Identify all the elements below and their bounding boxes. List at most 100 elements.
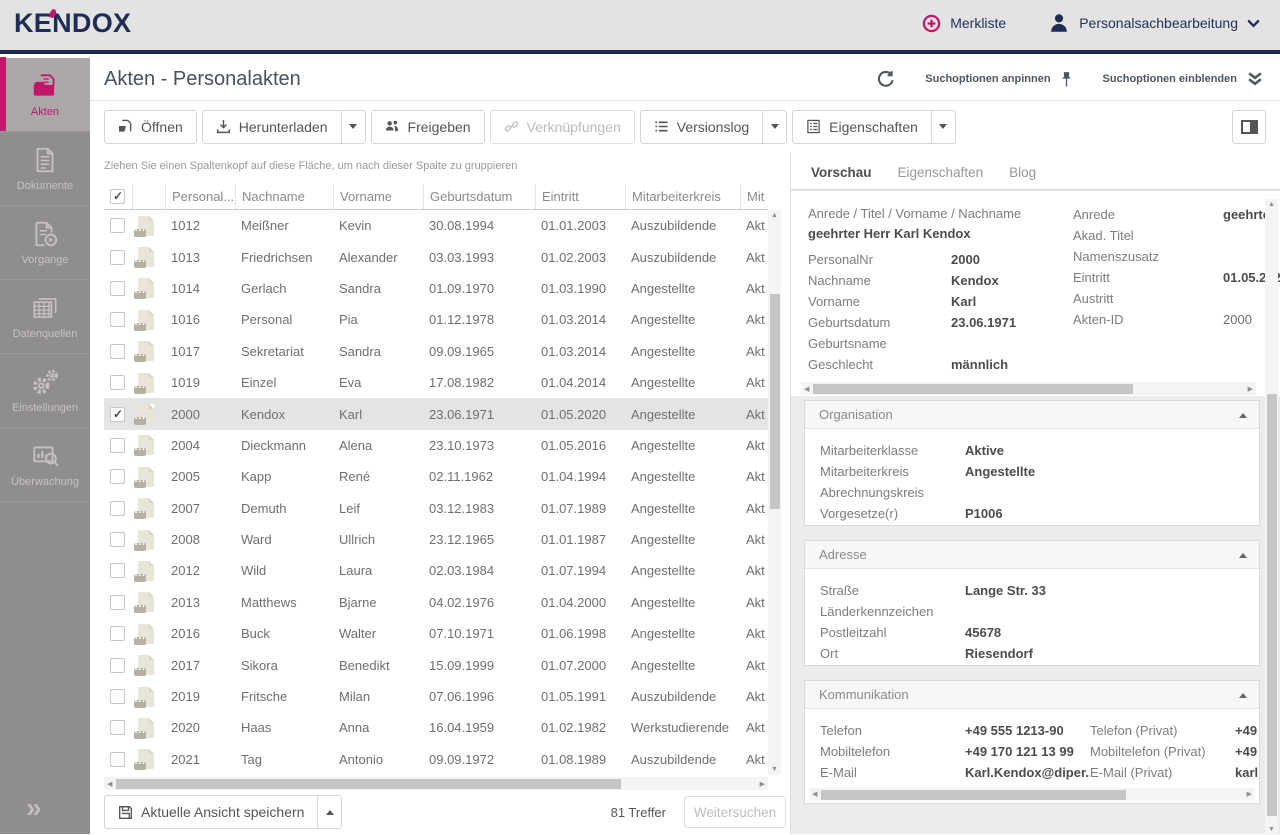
scroll-right-arrow[interactable]: ▶ <box>760 780 765 788</box>
scroll-left-arrow[interactable]: ◀ <box>812 790 817 798</box>
summary-horizontal-scrollbar[interactable]: ◀ ▶ <box>801 382 1256 395</box>
row-checkbox[interactable] <box>110 281 125 296</box>
sidebar-expand-button[interactable]: » <box>0 794 90 834</box>
document-icon[interactable] <box>138 278 154 298</box>
row-checkbox[interactable] <box>110 626 125 641</box>
row-checkbox[interactable] <box>110 563 125 578</box>
table-row[interactable]: 1012MeißnerKevin30.08.199401.01.2003Ausz… <box>104 210 768 241</box>
tab-vorschau[interactable]: Vorschau <box>811 165 872 180</box>
column-header-vorname[interactable]: Vorname <box>333 184 423 209</box>
table-row[interactable]: 1017SekretariatSandra09.09.196501.03.201… <box>104 336 768 367</box>
section-header-kommunikation[interactable]: Kommunikation <box>805 681 1259 709</box>
scroll-up-arrow[interactable]: ▲ <box>1268 201 1275 208</box>
grid-hscroll-thumb[interactable] <box>116 779 621 789</box>
merkliste-button[interactable]: Merkliste <box>922 14 1006 33</box>
row-checkbox[interactable] <box>110 312 125 327</box>
row-checkbox[interactable] <box>110 218 125 233</box>
download-button[interactable]: Herunterladen <box>203 111 341 143</box>
document-icon[interactable] <box>138 341 154 361</box>
document-icon[interactable] <box>138 530 154 550</box>
show-search-options-button[interactable]: Suchoptionen einblenden <box>1103 71 1264 87</box>
tab-blog[interactable]: Blog <box>1009 165 1036 180</box>
summary-hscroll-thumb[interactable] <box>813 384 1133 394</box>
column-header-mitarbeiterkreis[interactable]: Mitarbeiterkreis <box>625 184 740 209</box>
row-checkbox[interactable] <box>110 501 125 516</box>
user-menu[interactable]: Personalsachbearbeitung <box>1048 12 1260 34</box>
table-row[interactable]: 1016PersonalPia01.12.197801.03.2014Anges… <box>104 304 768 335</box>
document-icon[interactable] <box>138 310 154 330</box>
table-row[interactable]: 2008WardUllrich23.12.196501.01.1987Anges… <box>104 524 768 555</box>
document-icon[interactable] <box>138 687 154 707</box>
row-checkbox[interactable] <box>110 689 125 704</box>
table-row[interactable]: 1014GerlachSandra01.09.197001.03.1990Ang… <box>104 273 768 304</box>
table-row[interactable]: 2012WildLaura02.03.198401.07.1994Angeste… <box>104 555 768 586</box>
grid-horizontal-scrollbar[interactable]: ◀ ▶ <box>104 777 768 790</box>
column-header-mitarbeiterklasse[interactable]: Mit <box>740 184 768 209</box>
comm-hscroll-thumb[interactable] <box>821 790 1126 800</box>
refresh-button[interactable] <box>877 70 895 88</box>
document-icon[interactable] <box>138 718 154 738</box>
sidebar-item-einstellungen[interactable]: Einstellungen <box>0 354 90 428</box>
continue-search-button[interactable]: Weitersuchen <box>684 796 786 828</box>
document-icon[interactable] <box>138 216 154 236</box>
row-checkbox[interactable] <box>110 720 125 735</box>
scroll-left-arrow[interactable]: ◀ <box>107 780 112 788</box>
tab-eigenschaften[interactable]: Eigenschaften <box>898 165 984 180</box>
row-checkbox[interactable] <box>110 250 125 265</box>
row-checkbox[interactable] <box>110 532 125 547</box>
group-by-hint[interactable]: Ziehen Sie einen Spaltenkopf auf diese F… <box>104 160 517 172</box>
table-row[interactable]: 1019EinzelEva17.08.198201.04.2014Angeste… <box>104 367 768 398</box>
table-row[interactable]: 2005KappRené02.11.196201.04.1994Angestel… <box>104 461 768 492</box>
table-row[interactable]: 2021TagAntonio09.09.197201.08.1989Auszub… <box>104 744 768 775</box>
links-button[interactable]: Verknüpfungen <box>490 110 635 144</box>
table-row[interactable]: 2017SikoraBenedikt15.09.199901.07.2000An… <box>104 649 768 680</box>
row-checkbox[interactable] <box>110 752 125 767</box>
scroll-left-arrow[interactable]: ◀ <box>804 385 809 393</box>
document-icon[interactable] <box>138 561 154 581</box>
document-icon[interactable] <box>138 435 154 455</box>
row-checkbox[interactable] <box>110 658 125 673</box>
row-checkbox[interactable] <box>110 438 125 453</box>
column-header-nachname[interactable]: Nachname <box>235 184 333 209</box>
panel-vertical-scrollbar[interactable]: ▲ ▼ <box>1265 199 1278 835</box>
versionlog-button[interactable]: Versionslog <box>641 111 762 143</box>
table-row[interactable]: 1013FriedrichsenAlexander03.03.199301.02… <box>104 241 768 272</box>
document-icon[interactable] <box>138 247 154 267</box>
download-dropdown-button[interactable] <box>341 111 365 143</box>
document-icon[interactable] <box>138 373 154 393</box>
section-header-adresse[interactable]: Adresse <box>805 541 1259 569</box>
save-view-button[interactable]: Aktuelle Ansicht speichern <box>105 796 317 828</box>
panel-vscroll-thumb[interactable] <box>1267 394 1277 816</box>
share-button[interactable]: Freigeben <box>371 110 485 144</box>
open-button[interactable]: Öffnen <box>104 110 197 144</box>
document-icon[interactable] <box>138 404 154 424</box>
grid-vertical-scrollbar[interactable]: ▲ ▼ <box>768 210 781 775</box>
kommunikation-horizontal-scrollbar[interactable]: ◀ ▶ <box>809 788 1255 800</box>
sidebar-item-berwachung[interactable]: Überwachung <box>0 428 90 502</box>
scroll-down-arrow[interactable]: ▼ <box>1268 826 1275 833</box>
column-header-eintritt[interactable]: Eintritt <box>535 184 625 209</box>
document-icon[interactable] <box>138 749 154 769</box>
sidebar-item-datenquellen[interactable]: Datenquellen <box>0 280 90 354</box>
scroll-right-arrow[interactable]: ▶ <box>1248 385 1253 393</box>
row-checkbox[interactable] <box>110 407 125 422</box>
grid-vscroll-thumb[interactable] <box>770 294 780 509</box>
table-row[interactable]: 2007DemuthLeif03.12.198301.07.1989Angest… <box>104 493 768 524</box>
row-checkbox[interactable] <box>110 344 125 359</box>
select-all-checkbox[interactable] <box>110 189 125 204</box>
table-row[interactable]: 2019FritscheMilan07.06.199601.05.1991Aus… <box>104 681 768 712</box>
sidebar-item-vorgnge[interactable]: Vorgänge <box>0 206 90 280</box>
properties-dropdown-button[interactable] <box>931 111 955 143</box>
sidebar-item-akten[interactable]: Akten <box>0 58 90 132</box>
document-icon[interactable] <box>138 498 154 518</box>
column-header-personalnr[interactable]: Personal... <box>165 184 235 209</box>
save-view-dropdown-button[interactable] <box>317 796 341 828</box>
row-checkbox[interactable] <box>110 469 125 484</box>
pin-search-options-button[interactable]: Suchoptionen anpinnen <box>925 71 1072 88</box>
document-icon[interactable] <box>138 655 154 675</box>
document-icon[interactable] <box>138 624 154 644</box>
document-icon[interactable] <box>138 467 154 487</box>
table-row[interactable]: 2004DieckmannAlena23.10.197301.05.2016An… <box>104 430 768 461</box>
row-checkbox[interactable] <box>110 375 125 390</box>
table-row[interactable]: 2020HaasAnna16.04.195901.02.1982Werkstud… <box>104 712 768 743</box>
